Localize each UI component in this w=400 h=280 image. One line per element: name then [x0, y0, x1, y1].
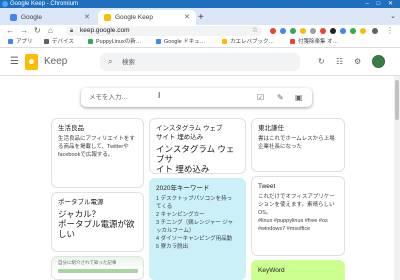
window-controls[interactable]: – □ ✕ — [366, 0, 396, 8]
note-card[interactable]: 生活良品 生活良品にアフィリエイトをす る商品を掲載して、Twitterや fa… — [51, 118, 144, 188]
note-title: ポータブル電源 — [58, 199, 104, 206]
bookmark-google-docs[interactable]: Google ドキュ… — [156, 37, 205, 48]
search-bar[interactable]: ⌕ — [100, 53, 300, 71]
list-view-icon[interactable]: ☷ — [336, 58, 343, 66]
forward-icon[interactable]: → — [20, 25, 28, 37]
tab-label: Google Keep — [115, 14, 153, 21]
keep-header: ☰ Keep ⌕ ↻ ☷ ⚙ — [0, 48, 400, 76]
extension-icon[interactable] — [280, 28, 286, 34]
url-text[interactable]: keep.google.com — [80, 26, 130, 36]
chromium-icon — [2, 1, 8, 7]
page-scrollbar[interactable] — [394, 76, 400, 280]
close-tab-icon[interactable]: ✕ — [184, 10, 190, 25]
profile-icon[interactable] — [372, 28, 378, 34]
tab-search-icon[interactable]: ⌄ — [390, 12, 396, 20]
window-title: Google Keep - Chromium — [10, 1, 79, 7]
page-icon — [88, 38, 93, 44]
note-title: Tweet — [258, 183, 276, 190]
note-card[interactable]: 2020年キーワード 1 デスクトップパソコンを持っ てくる 2 キャンピングカ… — [149, 178, 246, 280]
lock-icon: 🔒︎ — [70, 28, 74, 34]
extension-icon[interactable] — [340, 28, 346, 34]
browser-menu-icon[interactable]: ⋮ — [386, 25, 394, 37]
note-title: インスタグラム ウェブ サイト 埋め込み — [156, 125, 223, 141]
avatar[interactable] — [372, 55, 385, 68]
keep-logo-icon — [25, 54, 38, 70]
bookmark-fusen[interactable]: 付箋除楽集 オ… — [290, 37, 338, 48]
extension-icon[interactable] — [330, 28, 336, 34]
note-body: 書はこれでホームレスから上場 企業社長になった — [258, 136, 335, 150]
back-icon[interactable]: ← — [6, 25, 14, 37]
keep-favicon-icon — [104, 14, 111, 21]
reload-icon[interactable]: ↻ — [34, 25, 41, 37]
bookmarks-bar: アプリ デバイス PuppyLinuxの新… Google ドキュ… カエレバブ… — [0, 37, 400, 48]
note-title: 東北謙任 — [258, 125, 284, 132]
note-large-text: ジャカル？ ポータブル電源が欲しい — [58, 209, 135, 239]
page-icon — [290, 38, 295, 44]
note-card[interactable]: 東北謙任 書はこれでホームレスから上場 企業社長になった — [251, 118, 345, 172]
thumbnail-caption: 自分に紹介されて知った記事 — [58, 260, 117, 265]
bookmark-puppylinux[interactable]: PuppyLinuxの新… — [88, 37, 141, 48]
bookmark-apps[interactable]: アプリ — [8, 37, 33, 48]
home-icon[interactable]: ⌂ — [48, 25, 53, 37]
note-body: これだけでオフィスアプリケー ションを使えます。素晴らしい OS。 #linux… — [258, 194, 335, 232]
refresh-icon[interactable]: ↻ — [318, 58, 325, 66]
note-large-text: インスタグラム ウェブサ イト 埋め込み — [156, 144, 235, 174]
bookmark-devices[interactable]: デバイス — [44, 37, 74, 48]
note-card[interactable]: Tweet これだけでオフィスアプリケー ションを使えます。素晴らしい OS。 … — [251, 176, 345, 256]
new-tab-button[interactable]: + — [198, 10, 204, 25]
text-cursor-icon: I — [158, 91, 161, 100]
tab-google[interactable]: Google ✕ — [4, 10, 96, 25]
note-body: 1 デスクトップパソコンを持っ てくる 2 キャンピングカー 3 チニング（鶏レ… — [156, 196, 234, 250]
docs-icon — [156, 38, 161, 44]
note-card[interactable]: ポータブル電源 ジャカル？ ポータブル電源が欲しい — [51, 192, 144, 252]
apps-icon — [8, 38, 13, 44]
browser-toolbar: ← → ↻ ⌂ 🔒︎ keep.google.com ☆ ⋮ — [0, 25, 400, 37]
tab-label: Google — [21, 14, 42, 21]
tab-google-keep[interactable]: Google Keep ✕ — [98, 10, 196, 25]
extension-icon[interactable] — [290, 28, 296, 34]
note-card[interactable]: KeyWord — [251, 260, 345, 280]
settings-gear-icon[interactable]: ⚙ — [354, 58, 361, 66]
note-title: 2020年キーワード — [156, 185, 210, 192]
note-title: KeyWord — [258, 267, 285, 274]
address-bar[interactable]: 🔒︎ keep.google.com ☆ — [66, 26, 262, 36]
extension-icon[interactable] — [310, 28, 316, 34]
new-drawing-pen-icon[interactable]: ✎ — [277, 88, 284, 107]
extension-icon[interactable] — [350, 28, 356, 34]
page-icon — [222, 38, 227, 44]
composer-placeholder[interactable]: メモを入力… — [89, 88, 128, 107]
window-titlebar: Google Keep - Chromium – □ ✕ — [0, 0, 400, 8]
thumbnail-graphic — [58, 269, 138, 273]
tab-strip: Google ✕ Google Keep ✕ + ⌄ — [0, 8, 400, 25]
extension-icon[interactable] — [320, 28, 326, 34]
extension-icon[interactable] — [300, 28, 306, 34]
main-menu-icon[interactable]: ☰ — [10, 57, 19, 67]
new-list-checkbox-icon[interactable]: ☑ — [257, 88, 264, 107]
google-favicon-icon — [10, 14, 17, 21]
note-card-image[interactable]: 自分に紹介されて知った記事 — [51, 256, 144, 280]
note-body: 生活良品にアフィリエイトをす る商品を掲載して、Twitterや faceboo… — [58, 136, 135, 158]
close-tab-icon[interactable]: ✕ — [84, 10, 90, 25]
take-note-composer[interactable]: メモを入力… I ☑ ✎ ▣ — [81, 88, 312, 107]
extension-icon[interactable] — [270, 28, 276, 34]
extension-icon[interactable] — [360, 28, 366, 34]
new-image-icon[interactable]: ▣ — [295, 88, 303, 107]
note-card[interactable]: インスタグラム ウェブ サイト 埋め込み インスタグラム ウェブサ イト 埋め込… — [149, 118, 246, 174]
folder-icon — [44, 38, 49, 44]
note-title: 生活良品 — [58, 125, 84, 132]
bookmark-kaereba[interactable]: カエレバブック… — [222, 37, 274, 48]
scrollbar-thumb[interactable] — [395, 80, 399, 120]
search-input[interactable] — [122, 56, 292, 68]
app-title: Keep — [44, 56, 68, 67]
search-icon[interactable]: ⌕ — [108, 53, 112, 71]
note-thumbnail-image: 自分に紹介されて知った記事 — [52, 257, 143, 279]
bookmark-star-icon[interactable]: ☆ — [252, 26, 258, 36]
